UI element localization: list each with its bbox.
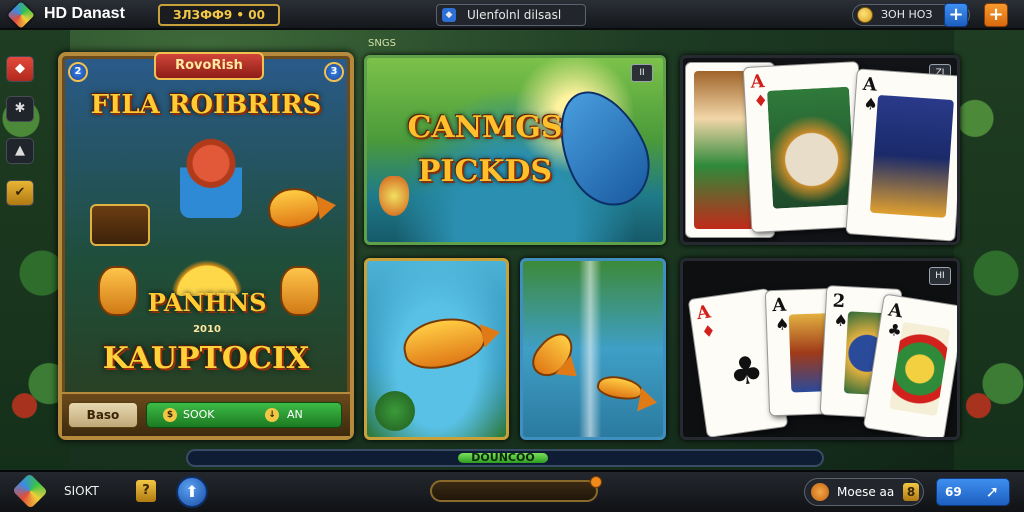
card-suit: ♦: [700, 320, 717, 342]
tile-badge: HI: [929, 267, 951, 285]
player-name: SIOKT: [64, 484, 99, 498]
tile-title-line1: CANMGS: [407, 110, 563, 145]
club-pip-icon: ♣: [726, 346, 767, 396]
tropical-flower-icon: [379, 176, 409, 216]
section-label: SNGS: [368, 38, 396, 49]
mode-toggle-label: Moese aa: [837, 485, 895, 499]
mode-toggle[interactable]: Moese aa 8: [804, 478, 924, 506]
playing-card: A ♠: [845, 68, 957, 242]
mode-coin-icon: [811, 483, 829, 501]
game-tile-cards-b[interactable]: HI A ♦ ♣ A ♠ 2 ♠ A ♣: [680, 258, 960, 440]
card-rank: A: [771, 294, 787, 317]
card-suit: ♠: [774, 314, 790, 335]
game-tile-fish-a[interactable]: [364, 258, 509, 440]
featured-game-panel[interactable]: RovoRish 2 3 FILA ROIBRIRS PANHNS 2010 K…: [58, 52, 354, 440]
corner-right-badge: 3: [324, 62, 344, 82]
coin-icon: ↓: [265, 408, 279, 422]
game-tile-cards-a[interactable]: ZI A ♦ A ♠: [680, 55, 960, 245]
featured-action-bar: Baso $ SOOK ↓ AN: [62, 392, 350, 436]
progress-label: DOUNCOO: [471, 451, 535, 464]
featured-main-title: KAUPTOCIX: [102, 341, 310, 376]
featured-title: FILA ROIBRIRS: [90, 90, 322, 120]
king-card-art-icon: [869, 94, 954, 218]
coin-counter[interactable]: ЗЛЗФФ9 • 00: [158, 4, 280, 26]
mode-label: Ulenfolnl dilsasl: [467, 8, 562, 22]
puffer-fish-icon: [265, 184, 323, 232]
card-rank: 2: [832, 290, 846, 313]
add-balance-button[interactable]: +: [944, 3, 968, 27]
notification-dot-icon: [590, 476, 602, 488]
card-rank: A: [749, 71, 766, 93]
app-title: HD Danast: [44, 5, 125, 22]
corner-left-badge: 2: [68, 62, 88, 82]
mode-count-badge: 8: [903, 483, 919, 501]
mode-icon: ◆: [442, 8, 456, 22]
bet-slider[interactable]: [430, 476, 602, 502]
check-icon[interactable]: ✔: [6, 180, 34, 206]
top-bar: HD Danast ЗЛЗФФ9 • 00 ◆ Ulenfolnl dilsas…: [0, 0, 1024, 30]
card-suit: ♠: [833, 310, 849, 331]
next-button-label: 69: [945, 485, 962, 499]
tag-icon[interactable]: ◆: [6, 56, 34, 82]
featured-badge: RovoRish: [154, 52, 264, 80]
slot-reels-icon: [90, 204, 150, 246]
book-label: SOOK: [183, 408, 215, 421]
add-coins-button[interactable]: +: [984, 3, 1008, 27]
orange-fish-icon: [398, 311, 490, 375]
swimming-fish-icon: [595, 373, 645, 403]
cancel-button[interactable]: Baso: [68, 402, 138, 428]
tile-title-line2: PICKDS: [417, 154, 553, 189]
card-rank: A: [862, 73, 878, 96]
coin-icon: [857, 7, 873, 23]
jungle-decor-right: [954, 30, 1024, 472]
gem-logo-icon: [7, 1, 35, 29]
plant-icon: [375, 391, 415, 431]
tile-badge: II: [631, 64, 653, 82]
game-tile-fish-b[interactable]: [520, 258, 666, 440]
help-button[interactable]: ?: [136, 480, 156, 502]
next-button[interactable]: 69 ➚: [936, 478, 1010, 506]
card-suit: ♦: [753, 90, 769, 111]
puzzle-icon[interactable]: ✱: [6, 96, 34, 122]
tiki-character-icon: [180, 134, 242, 218]
mode-selector[interactable]: ◆ Ulenfolnl dilsasl: [436, 4, 586, 26]
book-button[interactable]: $ SOOK ↓ AN: [146, 402, 342, 428]
jumping-fish-icon: [525, 326, 581, 384]
game-tile-fish-main[interactable]: II CANMGS PICKDS: [364, 55, 666, 245]
progress-bar: DOUNCOO: [186, 449, 824, 467]
book-value: AN: [287, 408, 303, 421]
coin-icon: $: [163, 408, 177, 422]
level-up-button[interactable]: ⬆: [176, 476, 208, 508]
featured-subtitle: PANHNS: [147, 288, 267, 317]
balance-value: ЗОН НОЗ: [881, 8, 933, 21]
fish-card-art-icon: [767, 86, 856, 209]
arrow-up-icon: ➚: [985, 482, 999, 501]
featured-year: 2010: [193, 324, 221, 335]
blue-fish-icon: [541, 76, 663, 220]
thumb-icon[interactable]: ▲: [6, 138, 34, 164]
